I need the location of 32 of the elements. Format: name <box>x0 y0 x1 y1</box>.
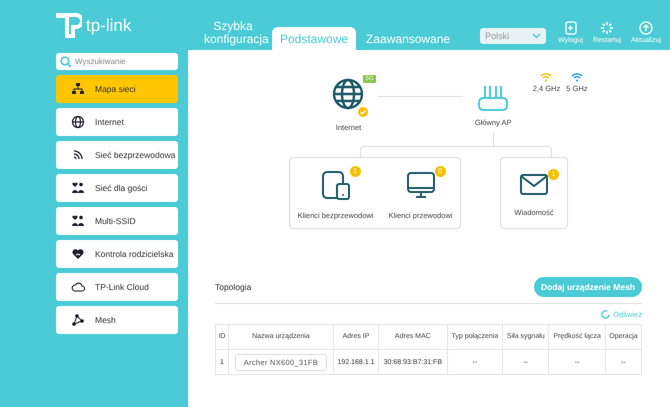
check-icon <box>358 107 368 117</box>
envelope-icon[interactable] <box>519 173 549 197</box>
sidebar-item[interactable]: Kontrola rodzicielska <box>56 240 178 268</box>
sidebar-item[interactable]: Sieć bezprzewodowa <box>56 141 178 169</box>
sidebar-item[interactable]: Internet <box>56 108 178 136</box>
sidebar-item[interactable]: Multi-SSID <box>56 207 178 235</box>
refresh-icon <box>601 310 610 319</box>
sidebar-item[interactable]: TP-Link Cloud <box>56 273 178 301</box>
monitor-icon[interactable] <box>406 170 436 200</box>
globe-icon[interactable] <box>332 78 366 112</box>
wifi-icon <box>570 72 583 82</box>
section-title: Topologia <box>215 282 252 292</box>
people-icon <box>71 214 85 228</box>
sidebar-item[interactable]: Mapa sieci <box>56 75 178 103</box>
people-icon <box>71 181 85 195</box>
upload-icon <box>638 21 653 35</box>
logout-icon <box>564 21 578 35</box>
sidebar-item[interactable]: Sieć dla gości <box>56 174 178 202</box>
spinner-icon <box>600 21 614 35</box>
heart-icon <box>71 247 85 261</box>
sitemap-icon <box>71 82 85 96</box>
logo-text: tp-link <box>86 16 132 36</box>
chevron-down-icon <box>532 33 542 39</box>
cloud-icon <box>71 280 85 294</box>
nodes-icon <box>71 313 85 327</box>
search-field[interactable]: Wyszukiwanie <box>56 53 178 70</box>
wifi-icon <box>540 72 552 82</box>
logo-icon <box>56 13 82 39</box>
wifi-icon <box>71 148 85 162</box>
devices-icon[interactable] <box>320 170 351 200</box>
globe-icon <box>71 115 85 129</box>
sidebar-item[interactable]: Mesh <box>56 306 178 334</box>
